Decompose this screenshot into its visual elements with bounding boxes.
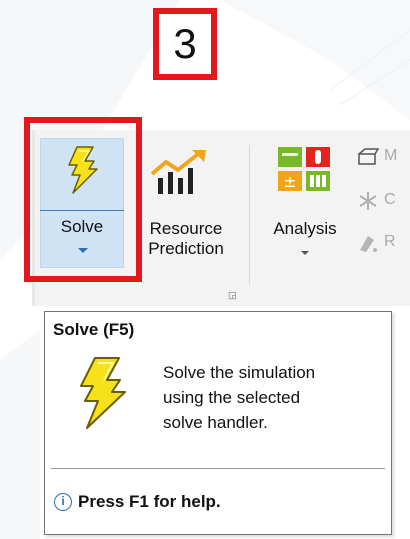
tooltip-description-line1: Solve the simulation — [163, 363, 316, 382]
step-number: 3 — [173, 20, 197, 67]
solve-tooltip: Solve (F5) Solve the simulation using th… — [44, 311, 392, 535]
dialog-launcher-icon[interactable]: ◲ — [228, 291, 238, 300]
solve-highlight-box — [24, 117, 142, 282]
side-item-m[interactable]: M — [384, 147, 397, 165]
tooltip-title: Solve (F5) — [53, 320, 135, 339]
lightning-bolt-icon — [80, 357, 126, 429]
resource-prediction-label-line2: Prediction — [148, 239, 224, 258]
resource-prediction-label-line1: Resource — [149, 219, 223, 238]
growth-chart-icon — [150, 150, 206, 194]
tooltip-help-text: Press F1 for help. — [78, 492, 221, 511]
tooltip-description-line2: using the selected — [163, 388, 301, 407]
analysis-dropdown-arrow[interactable] — [301, 251, 309, 255]
side-item-c[interactable]: C — [384, 191, 396, 209]
tooltip-description: Solve the simulation using the selected … — [163, 360, 388, 435]
analysis-button-label[interactable]: Analysis — [262, 219, 348, 239]
step-number-callout: 3 — [153, 8, 217, 80]
mesh-icon — [358, 148, 380, 165]
analysis-tools-icon: ± — [278, 147, 330, 191]
side-item-r[interactable]: R — [384, 233, 396, 251]
snowflake-icon — [359, 192, 377, 210]
resource-prediction-button[interactable]: Resource Prediction — [128, 219, 244, 259]
svg-text:±: ± — [283, 172, 296, 191]
brush-icon — [360, 236, 377, 252]
tooltip-divider — [51, 468, 385, 469]
group-separator — [249, 145, 250, 285]
tooltip-description-line3: solve handler. — [163, 413, 268, 432]
info-circle-icon: i — [54, 493, 72, 511]
